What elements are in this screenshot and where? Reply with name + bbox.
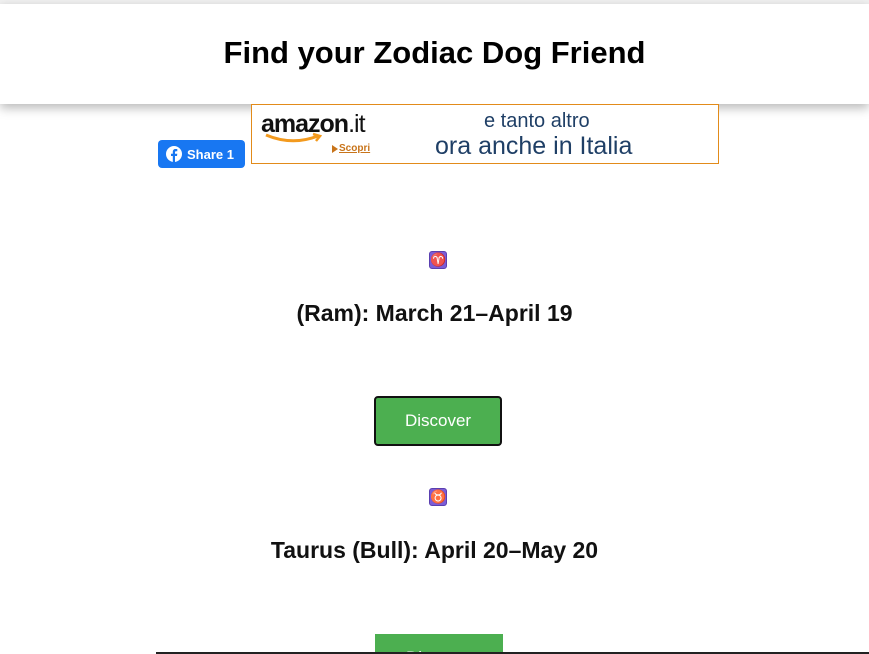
aries-icon: ♈ [429,251,447,269]
amazon-ad-banner[interactable]: amazon.it Scopri e tanto altro ora anche… [251,104,719,164]
discover-button-aries[interactable]: Discover [374,396,502,446]
discover-button-taurus[interactable]: Discover [375,634,503,654]
ad-tagline-1: e tanto altro [484,110,590,132]
facebook-share-button[interactable]: Share 1 [158,140,245,168]
ad-tagline-2: ora anche in Italia [435,132,633,160]
sign-title-aries: (Ram): March 21–April 19 [296,300,573,326]
amazon-smile-icon [265,132,323,143]
sign-title-taurus: Taurus (Bull): April 20–May 20 [270,537,599,563]
ad-scopri-link[interactable]: Scopri [339,143,370,154]
page-header: Find your Zodiac Dog Friend [0,4,869,104]
facebook-icon [166,146,182,162]
play-arrow-icon [332,145,338,153]
taurus-icon: ♉ [429,488,447,506]
page-title: Find your Zodiac Dog Friend [223,35,646,70]
share-label: Share 1 [187,146,234,162]
